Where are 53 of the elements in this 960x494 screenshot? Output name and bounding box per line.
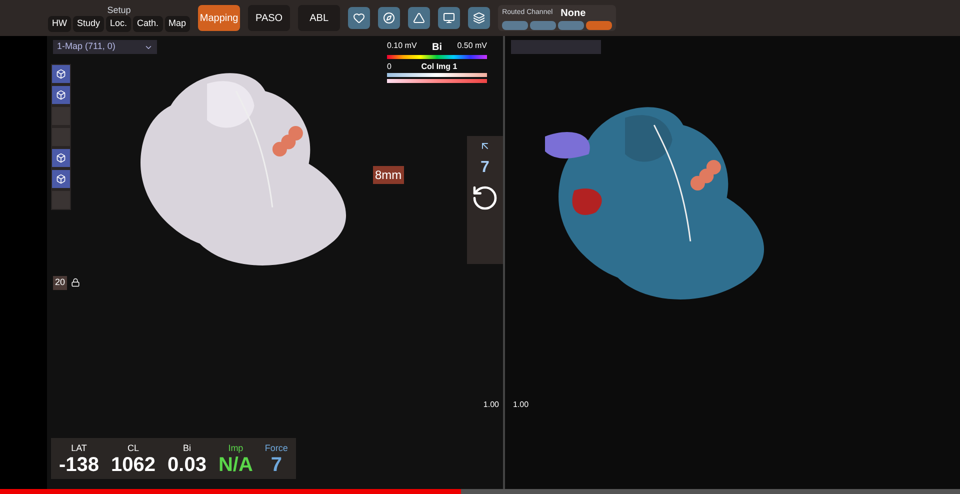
compass-icon <box>383 12 396 24</box>
setup-label: Setup <box>107 4 131 16</box>
setup-tab[interactable]: Map <box>164 16 190 32</box>
readout-label: Bi <box>182 442 191 454</box>
tool-button[interactable] <box>52 170 70 188</box>
readout-value: 7 <box>270 455 282 475</box>
setup-tab[interactable]: HW <box>48 16 71 32</box>
setup-tab[interactable]: Loc. <box>106 16 132 32</box>
distance-label: 8mm <box>373 166 404 184</box>
cube-icon <box>56 153 66 163</box>
readout-label: Imp <box>228 442 244 455</box>
map-select-value: 1-Map (711, 0) <box>57 40 116 54</box>
setup-tab[interactable]: Cath. <box>133 16 163 32</box>
readout-label: Force <box>264 442 288 454</box>
legend-zero: 0 <box>387 61 392 73</box>
legend-image: Col Img 1 <box>421 61 458 73</box>
layers-button[interactable] <box>468 7 490 29</box>
tool-button[interactable] <box>52 86 70 104</box>
compass-button[interactable] <box>378 7 400 29</box>
routed-channel-value: None <box>560 7 586 21</box>
readout-value: N/A <box>218 455 253 475</box>
mode-tab[interactable]: ABL <box>298 5 340 31</box>
mode-tab[interactable]: Mapping <box>198 5 240 31</box>
lock-icon <box>71 278 80 288</box>
triangle-icon <box>413 12 426 24</box>
zoom-value: 20 <box>53 276 68 290</box>
force-value: 7 <box>480 158 490 178</box>
triangle-button[interactable] <box>408 7 430 29</box>
readout-label: CL <box>128 442 140 454</box>
tool-button[interactable] <box>52 65 70 83</box>
legend-min: 0.10 mV <box>387 40 417 52</box>
heart-icon <box>353 12 366 24</box>
readout-label: LAT <box>71 442 87 454</box>
heart-button[interactable] <box>348 7 370 29</box>
tool-button[interactable] <box>52 149 70 167</box>
cube-icon <box>56 174 66 184</box>
legend-max: 0.50 mV <box>457 40 487 52</box>
map-select[interactable]: 1-Map (711, 0) <box>53 40 157 54</box>
readout-value: 0.03 <box>168 455 206 475</box>
setup-tab[interactable]: Study <box>73 16 104 32</box>
legend-name: Bi <box>432 41 442 55</box>
cube-icon <box>56 69 66 79</box>
readout-value: -138 <box>59 455 100 475</box>
layers-icon <box>473 12 486 24</box>
cube-icon <box>56 90 66 100</box>
mode-tab[interactable]: PASO <box>248 5 290 31</box>
monitor-icon <box>443 12 456 24</box>
force-dial-icon <box>471 184 499 212</box>
scale-label: 1.00 <box>513 399 529 411</box>
monitor-button[interactable] <box>438 7 460 29</box>
direction-arrow-icon <box>479 140 491 152</box>
readout-value: 1062 <box>111 455 156 475</box>
scale-label: 1.00 <box>483 399 499 411</box>
